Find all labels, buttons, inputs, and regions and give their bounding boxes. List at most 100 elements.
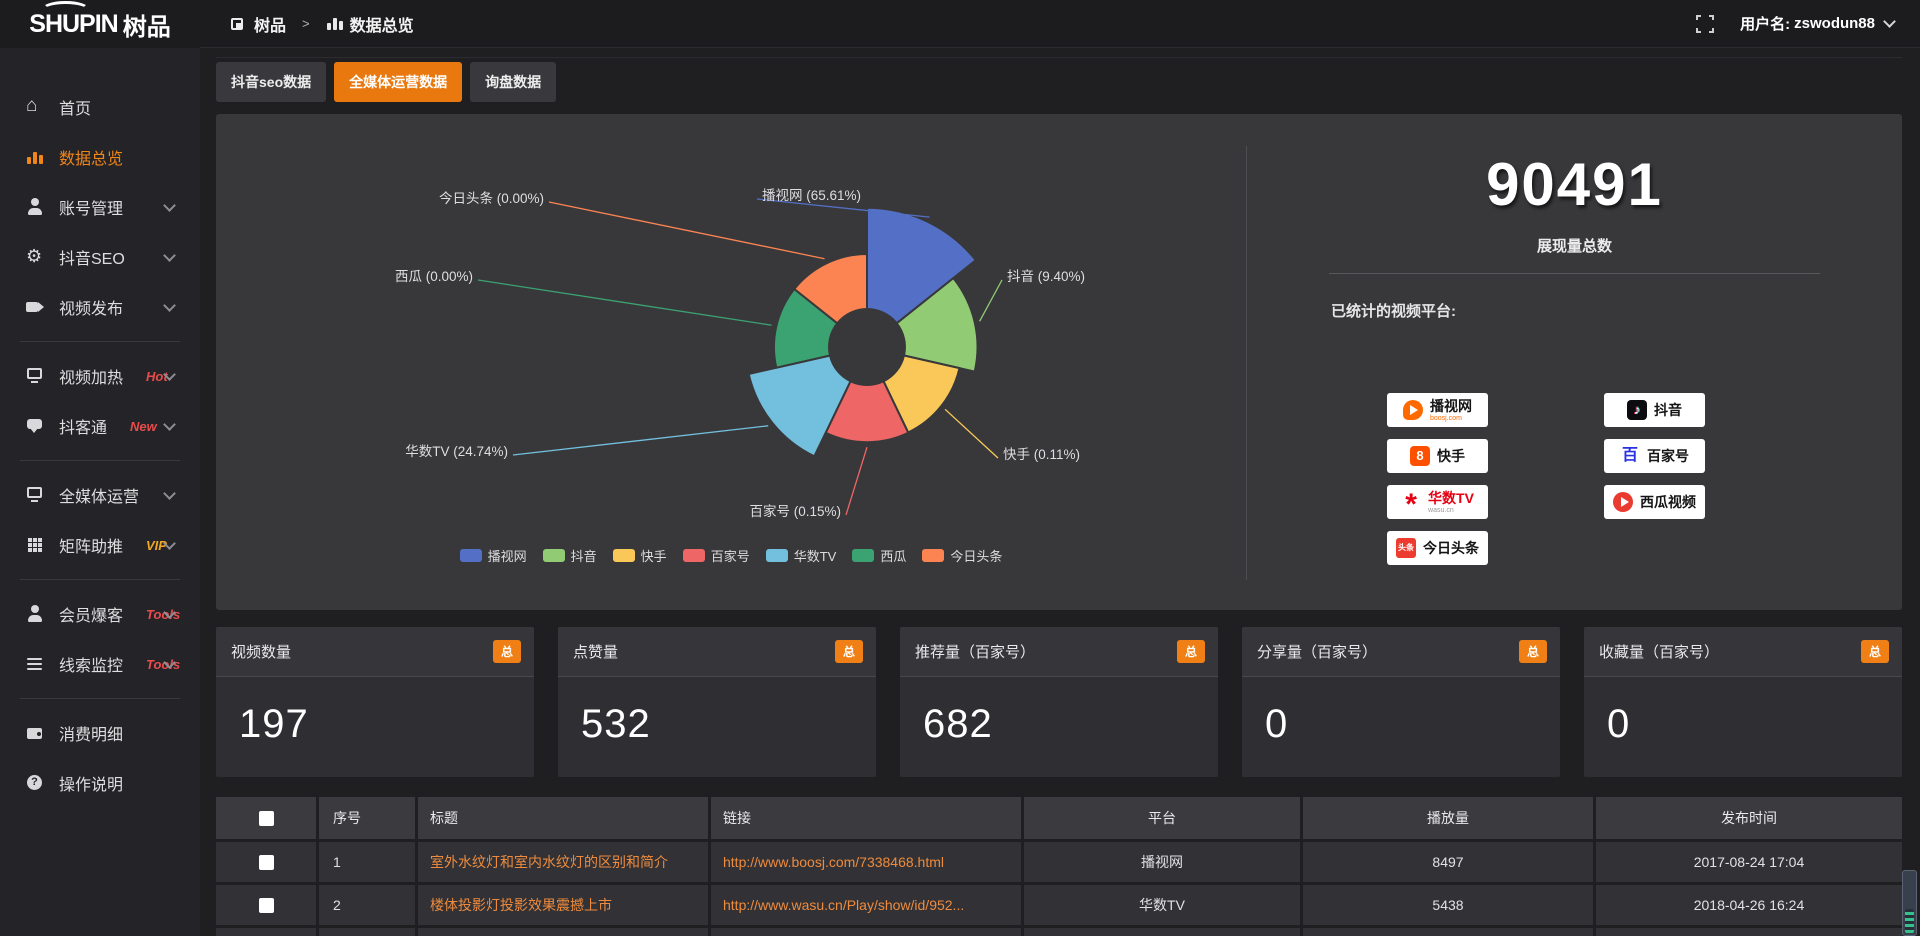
video-title-link[interactable]: 楼体投影灯投影效果震撼上市 [430,895,612,915]
sidebar-item-8[interactable]: 矩阵助推VIP [0,520,200,570]
sidebar-item-4[interactable]: 视频发布 [0,282,200,332]
stat-card-value: 0 [1584,677,1902,747]
tab-1[interactable]: 全媒体运营数据 [334,62,462,102]
stat-card-1: 点赞量总532 [558,627,876,777]
pie-label-1: 抖音 (9.40%) [1007,268,1085,284]
tab-0[interactable]: 抖音seo数据 [216,62,326,102]
sidebar-item-2[interactable]: 账号管理 [0,182,200,232]
page: SHUPIN 树品 首页数据总览账号管理抖音SEO视频发布视频加热Hot抖客通N… [0,0,1920,936]
sidebar-divider [20,579,180,580]
sidebar-item-0[interactable]: 首页 [0,82,200,132]
app-logo[interactable]: SHUPIN 树品 [0,0,200,48]
stat-card-title: 分享量（百家号） [1257,641,1377,662]
column-header-2: 链接 [711,797,1021,839]
sidebar-item-label: 账号管理 [59,195,123,219]
pie-label-0: 播视网 (65.61%) [762,188,861,203]
clipped-row-cell [1596,928,1902,936]
page-scrollbar[interactable] [1902,870,1917,936]
question-icon [26,774,44,792]
sidebar-item-badge: Tools [146,657,180,672]
legend-label: 抖音 [571,546,597,565]
legend-item-4[interactable]: 华数TV [766,546,837,565]
kuaishou-logo-icon [1410,446,1430,466]
cell-time: 2017-08-24 17:04 [1596,842,1902,882]
sidebar-divider [20,698,180,699]
legend-item-3[interactable]: 百家号 [683,546,750,565]
stat-card-title: 视频数量 [231,641,291,662]
row-checkbox[interactable] [259,898,274,913]
platform-texts: 西瓜视频 [1640,495,1696,509]
clipped-row-cell [1303,928,1593,936]
row-checkbox-cell [216,842,316,882]
breadcrumb-root[interactable]: 树品 [254,12,286,36]
rose-chart: 播视网 (65.61%)抖音 (9.40%)快手 (0.11%)百家号 (0.1… [216,114,1246,610]
select-all-checkbox[interactable] [259,811,274,826]
chevron-down-icon [163,199,176,212]
sidebar-item-6[interactable]: 抖客通New [0,401,200,451]
window-icon [230,16,246,32]
platform-name: 播视网 [1430,399,1472,413]
chevron-down-icon [163,249,176,262]
user-menu[interactable]: 用户名: zswodun88 [1740,13,1894,34]
pie-slice-4[interactable] [749,356,851,457]
legend-item-5[interactable]: 西瓜 [852,546,906,565]
stat-card-total-badge[interactable]: 总 [1861,640,1889,663]
legend-item-2[interactable]: 快手 [613,546,667,565]
column-header-0: 序号 [319,797,415,839]
stat-card-total-badge[interactable]: 总 [1519,640,1547,663]
video-url-link[interactable]: http://www.wasu.cn/Play/show/id/952... [723,897,964,913]
sidebar-item-7[interactable]: 全媒体运营 [0,470,200,520]
legend-swatch [460,549,482,562]
sidebar-divider [20,341,180,342]
summary-panel: 90491 展现量总数 已统计的视频平台: 播视网boosj.com快手华数TV… [1247,114,1902,610]
platform-texts: 快手 [1437,449,1465,463]
chart-legend: 播视网 抖音 快手百家号华数TV 西瓜今日头条 [216,546,1246,565]
sidebar-item-11[interactable]: 消费明细 [0,708,200,758]
sidebar-item-3[interactable]: 抖音SEO [0,232,200,282]
platform-badge-0-1: 快手 [1387,439,1488,473]
pie-label-5: 西瓜 (0.00%) [395,269,473,284]
user-icon [26,605,44,623]
legend-label: 播视网 [488,546,527,565]
chevron-down-icon [1883,15,1896,28]
platforms-title: 已统计的视频平台: [1331,300,1902,321]
legend-swatch [766,549,788,562]
pie-label-3: 百家号 (0.15%) [749,503,841,519]
pie-label-line-4 [513,426,768,455]
sidebar-item-9[interactable]: 会员爆客Tools [0,589,200,639]
row-checkbox[interactable] [259,855,274,870]
sidebar-item-10[interactable]: 线索监控Tools [0,639,200,689]
legend-item-1[interactable]: 抖音 [543,546,597,565]
gear-icon [26,248,44,266]
sidebar-item-label: 会员爆客 [59,602,123,626]
stat-card-3: 分享量（百家号）总0 [1242,627,1560,777]
sliders-icon [26,655,44,673]
content-divider [216,57,1902,58]
video-title-link[interactable]: 室外水纹灯和室内水纹灯的区别和简介 [430,852,668,872]
cell-platform: 播视网 [1024,842,1300,882]
stat-card-total-badge[interactable]: 总 [1177,640,1205,663]
video-url-link[interactable]: http://www.boosj.com/7338468.html [723,854,944,870]
sidebar-item-1[interactable]: 数据总览 [0,132,200,182]
stat-card-total-badge[interactable]: 总 [835,640,863,663]
sidebar-item-12[interactable]: 操作说明 [0,758,200,808]
sidebar-divider [20,460,180,461]
overview-panel: 播视网 (65.61%)抖音 (9.40%)快手 (0.11%)百家号 (0.1… [216,114,1902,610]
stat-card-total-badge[interactable]: 总 [493,640,521,663]
stat-card-value: 197 [216,677,534,747]
legend-item-0[interactable]: 播视网 [460,546,527,565]
user-icon [26,198,44,216]
platform-badge-0-2: 华数TVwasu.cn [1387,485,1488,519]
screen-icon [26,367,44,385]
sidebar-item-5[interactable]: 视频加热Hot [0,351,200,401]
sidebar-item-label: 视频加热 [59,364,123,388]
platform-name: 西瓜视频 [1640,495,1696,509]
chat-icon [26,417,44,435]
sidebar-item-label: 首页 [59,95,91,119]
legend-item-6[interactable]: 今日头条 [922,546,1002,565]
platform-badge-1-1: 百家号 [1604,439,1705,473]
legend-label: 快手 [641,546,667,565]
tab-2[interactable]: 询盘数据 [470,62,556,102]
column-header-1: 标题 [418,797,708,839]
fullscreen-icon[interactable] [1696,15,1714,33]
